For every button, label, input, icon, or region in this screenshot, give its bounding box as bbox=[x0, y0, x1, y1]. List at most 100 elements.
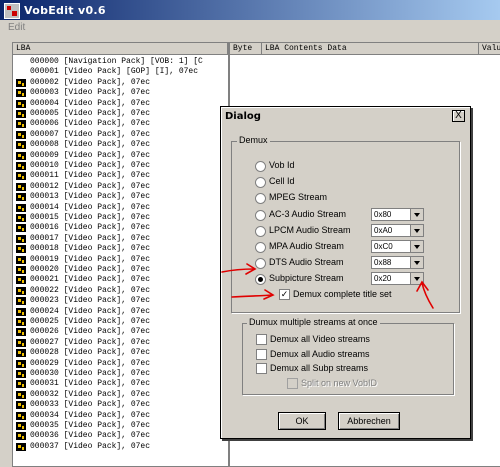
checkbox[interactable] bbox=[256, 363, 267, 374]
lba-row[interactable]: 000021 [Video Pack], 07ec bbox=[13, 275, 228, 285]
stream-id-select[interactable]: 0xA0 bbox=[371, 223, 424, 237]
video-pack-icon bbox=[16, 245, 26, 254]
video-pack-icon bbox=[16, 266, 26, 274]
lba-row[interactable]: 000020 [Video Pack], 07ec bbox=[13, 265, 228, 275]
lba-row[interactable]: 000008 [Video Pack], 07ec bbox=[13, 140, 228, 150]
lba-row[interactable]: 000005 [Video Pack], 07ec bbox=[13, 109, 228, 119]
lba-row[interactable]: 000018 [Video Pack], 07ec bbox=[13, 244, 228, 254]
lba-row[interactable]: 000009 [Video Pack], 07ec bbox=[13, 151, 228, 161]
radio-button[interactable] bbox=[255, 209, 266, 221]
lba-row-text: 000006 [Video Pack], 07ec bbox=[30, 119, 151, 129]
lba-row[interactable]: 000029 [Video Pack], 07ec bbox=[13, 359, 228, 369]
lba-row-text: 000012 [Video Pack], 07ec bbox=[30, 181, 151, 191]
stream-id-select[interactable]: 0xC0 bbox=[371, 240, 424, 253]
lba-row[interactable]: 000006 [Video Pack], 07ec bbox=[13, 119, 228, 129]
stream-id-value: 0x88 bbox=[374, 258, 392, 268]
checkbox-label: Demux all Subp streams bbox=[270, 363, 369, 373]
radio-button[interactable] bbox=[255, 225, 266, 237]
chevron-down-icon[interactable] bbox=[410, 208, 423, 220]
checkbox[interactable] bbox=[256, 348, 267, 360]
lba-row-text: 000004 [Video Pack], 07ec bbox=[30, 98, 151, 108]
lba-row[interactable]: 000013 [Video Pack], 07ec bbox=[13, 192, 228, 202]
contents-column-header[interactable]: LBA Contents Data bbox=[262, 43, 479, 55]
stream-id-select[interactable]: 0x20 bbox=[371, 272, 424, 286]
radio-button[interactable] bbox=[255, 161, 266, 172]
lba-row-text: 000025 [Video Pack], 07ec bbox=[30, 317, 151, 326]
lba-row[interactable]: 000002 [Video Pack], 07ec bbox=[13, 78, 228, 88]
lba-row-text: 000018 [Video Pack], 07ec bbox=[30, 244, 151, 254]
lba-row[interactable]: 000011 [Video Pack], 07ec bbox=[13, 171, 228, 181]
lba-row[interactable]: 000028 [Video Pack], 07ec bbox=[13, 348, 228, 358]
lba-row[interactable]: 000014 [Video Pack], 07ec bbox=[13, 203, 228, 213]
lba-row[interactable]: 000036 [Video Pack], 07ec bbox=[13, 431, 228, 441]
lba-column-header[interactable]: LBA bbox=[13, 43, 228, 55]
lba-row[interactable]: 000017 [Video Pack], 07ec bbox=[13, 234, 228, 244]
lba-row[interactable]: 000031 [Video Pack], 07ec bbox=[13, 379, 228, 389]
lba-row[interactable]: 000032 [Video Pack], 07ec bbox=[13, 390, 228, 400]
lba-row[interactable]: 000003 [Video Pack], 07ec bbox=[13, 88, 228, 98]
lba-row[interactable]: 000037 [Video Pack], 07ec bbox=[13, 442, 228, 452]
cancel-button[interactable]: Abbrechen bbox=[338, 412, 400, 430]
lba-row-text: 000030 [Video Pack], 07ec bbox=[30, 369, 151, 378]
menu-edit[interactable]: Edit bbox=[8, 22, 25, 33]
video-pack-icon bbox=[16, 99, 26, 108]
video-pack-icon bbox=[16, 401, 26, 410]
close-button[interactable]: X bbox=[452, 110, 465, 122]
lba-row[interactable]: 000012 [Video Pack], 07ec bbox=[13, 182, 228, 192]
chevron-down-icon[interactable] bbox=[410, 273, 423, 285]
video-pack-icon bbox=[16, 172, 26, 181]
video-pack-icon bbox=[16, 338, 26, 347]
demux-complete-label: Demux complete title set bbox=[293, 289, 392, 299]
video-pack-icon bbox=[16, 214, 26, 222]
radio-button[interactable] bbox=[255, 242, 266, 253]
lba-row-text: 000014 [Video Pack], 07ec bbox=[30, 202, 151, 212]
video-pack-icon bbox=[16, 390, 26, 399]
byte-column-header[interactable]: Byte bbox=[230, 43, 262, 55]
lba-row-text: 000021 [Video Pack], 07ec bbox=[30, 275, 151, 285]
video-pack-icon bbox=[16, 349, 26, 358]
lba-row[interactable]: 000010 [Video Pack], 07ec bbox=[13, 161, 228, 171]
lba-row[interactable]: 000024 [Video Pack], 07ec bbox=[13, 307, 228, 317]
lba-row-text: 000000 [Navigation Pack] [VOB: 1] [C bbox=[30, 57, 203, 66]
lba-row[interactable]: 000027 [Video Pack], 07ec bbox=[13, 338, 228, 348]
video-pack-icon bbox=[16, 89, 26, 98]
video-pack-icon bbox=[16, 78, 26, 87]
demux-group-label: Demux bbox=[237, 135, 270, 145]
demux-complete-checkbox[interactable]: ✓ bbox=[279, 289, 290, 300]
radio-label: Cell Id bbox=[269, 176, 295, 187]
radio-label: Vob Id bbox=[269, 160, 295, 170]
chevron-down-icon[interactable] bbox=[410, 241, 423, 252]
lba-row[interactable]: 000033 [Video Pack], 07ec bbox=[13, 400, 228, 410]
lba-row[interactable]: 000001 [Video Pack] [GOP] [I], 07ec bbox=[13, 67, 228, 77]
lba-row[interactable]: 000007 [Video Pack], 07ec bbox=[13, 130, 228, 140]
chevron-down-icon[interactable] bbox=[410, 224, 423, 236]
lba-row[interactable]: 000026 [Video Pack], 07ec bbox=[13, 327, 228, 337]
lba-row[interactable]: 000023 [Video Pack], 07ec bbox=[13, 296, 228, 306]
lba-row[interactable]: 000025 [Video Pack], 07ec bbox=[13, 317, 228, 327]
lba-row[interactable]: 000030 [Video Pack], 07ec bbox=[13, 369, 228, 379]
stream-id-select[interactable]: 0x88 bbox=[371, 256, 424, 270]
chevron-down-icon[interactable] bbox=[410, 257, 423, 269]
video-pack-icon bbox=[16, 442, 26, 451]
lba-row[interactable]: 000034 [Video Pack], 07ec bbox=[13, 411, 228, 421]
lba-row[interactable]: 000000 [Navigation Pack] [VOB: 1] [C bbox=[13, 57, 228, 67]
lba-row-text: 000023 [Video Pack], 07ec bbox=[30, 296, 151, 306]
lba-row[interactable]: 000035 [Video Pack], 07ec bbox=[13, 421, 228, 431]
lba-row[interactable]: 000019 [Video Pack], 07ec bbox=[13, 255, 228, 265]
video-pack-icon bbox=[16, 370, 26, 378]
lba-row[interactable]: 000004 [Video Pack], 07ec bbox=[13, 99, 228, 109]
lba-row[interactable]: 000022 [Video Pack], 07ec bbox=[13, 286, 228, 296]
video-pack-icon bbox=[16, 380, 26, 389]
video-pack-icon bbox=[16, 120, 26, 129]
lba-row-text: 000007 [Video Pack], 07ec bbox=[30, 129, 151, 139]
lba-row[interactable]: 000015 [Video Pack], 07ec bbox=[13, 213, 228, 223]
lba-row[interactable]: 000016 [Video Pack], 07ec bbox=[13, 223, 228, 233]
value-column-header[interactable]: Valu bbox=[479, 43, 500, 55]
checkbox[interactable] bbox=[256, 334, 267, 345]
ok-button[interactable]: OK bbox=[278, 412, 326, 430]
stream-id-select[interactable]: 0x80 bbox=[371, 207, 424, 221]
lba-row-text: 000028 [Video Pack], 07ec bbox=[30, 348, 151, 358]
lba-row-text: 000033 [Video Pack], 07ec bbox=[30, 400, 151, 410]
window-title: VobEdit v0.6 bbox=[24, 4, 106, 17]
lba-list[interactable]: LBA 000000 [Navigation Pack] [VOB: 1] [C… bbox=[12, 42, 229, 467]
